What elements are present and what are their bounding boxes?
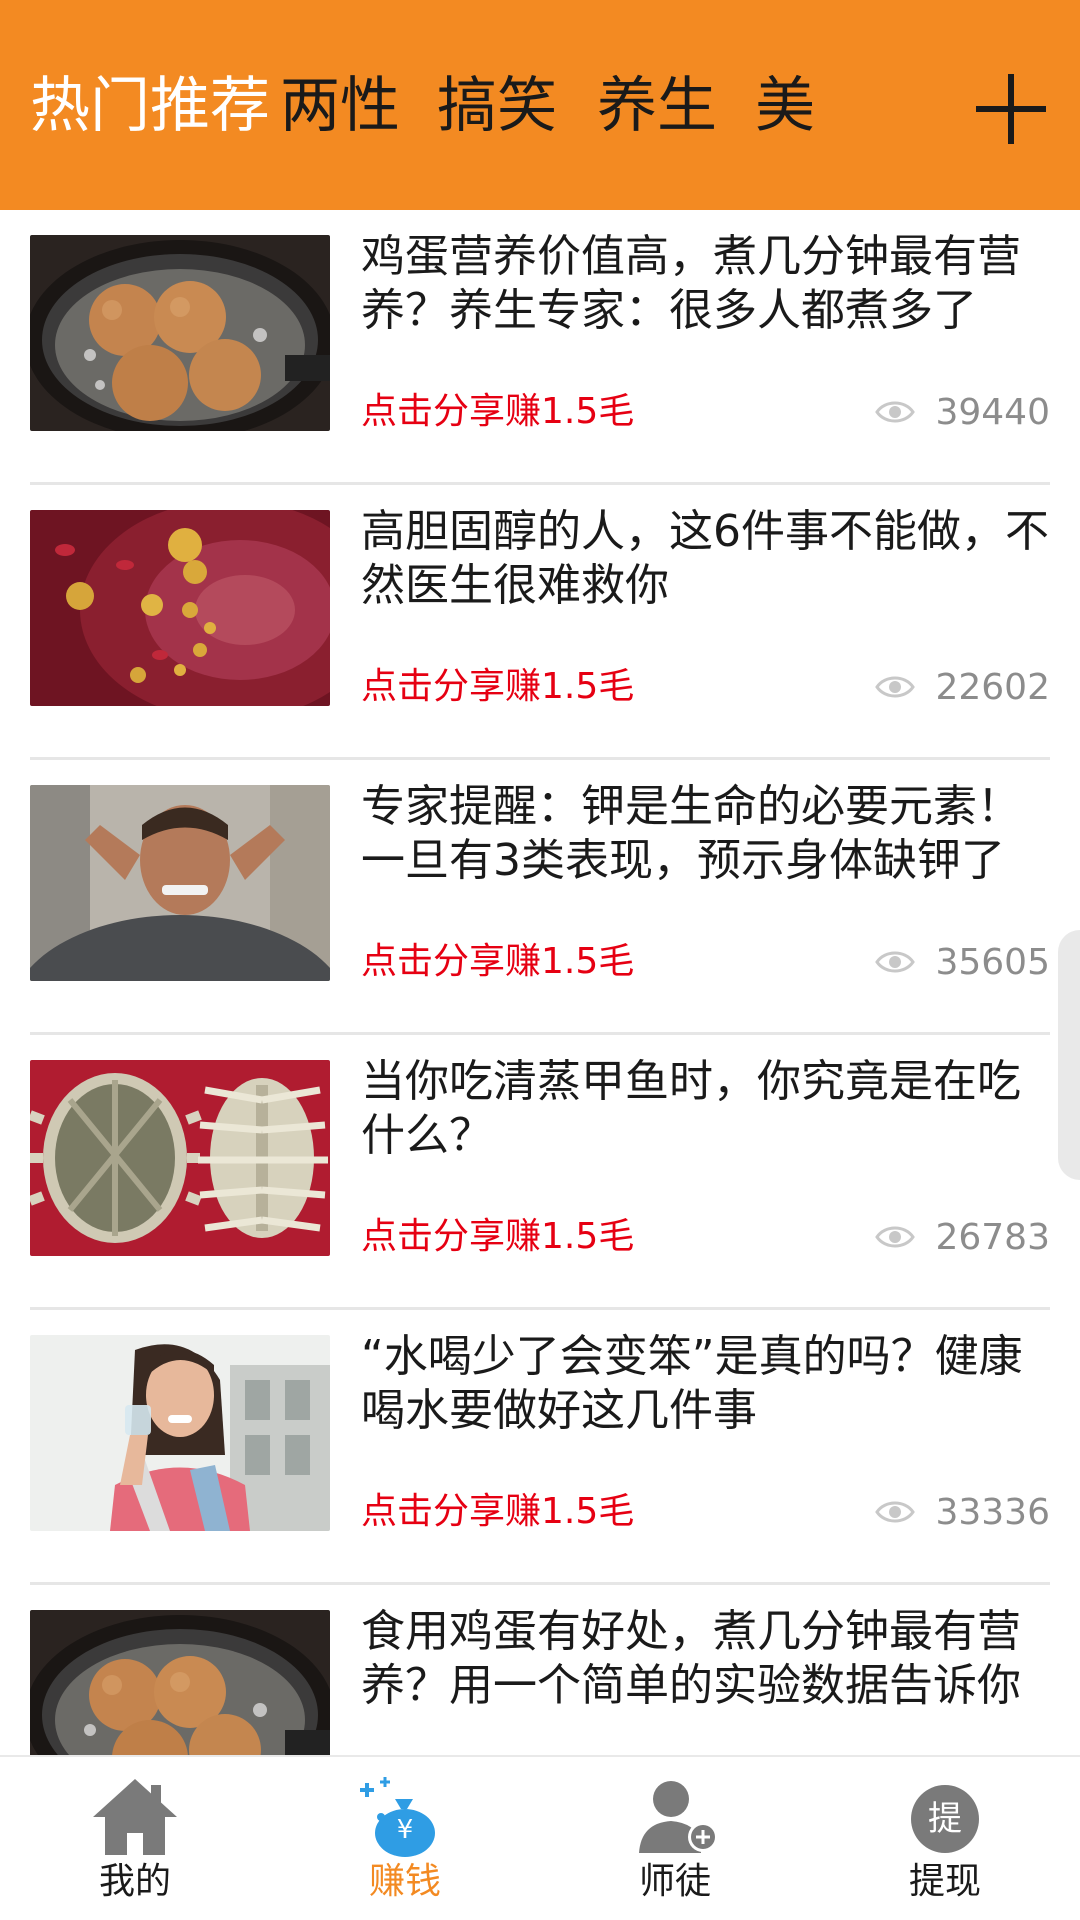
article-thumbnail	[30, 785, 330, 981]
article-thumbnail	[30, 510, 330, 706]
add-person-icon	[639, 1781, 718, 1853]
nav-item-withdraw[interactable]: 提 提现	[810, 1757, 1080, 1920]
nav-label: 赚钱	[368, 1861, 441, 1902]
tab-hot-recommend[interactable]: 热门推荐	[30, 70, 270, 142]
article-item[interactable]: 食用鸡蛋有好处，煮几分钟最有营养？用一个简单的实验数据告诉你	[30, 1585, 1050, 1755]
view-count-value: 22602	[935, 666, 1050, 708]
article-title: 鸡蛋营养价值高，煮几分钟最有营养？养生专家：很多人都煮多了	[361, 231, 1021, 336]
view-count: 35605	[875, 940, 1050, 984]
tab-health[interactable]: 养生	[597, 70, 717, 142]
article-thumbnail	[30, 1060, 330, 1256]
article-thumbnail	[30, 1335, 330, 1531]
tab-beauty[interactable]: 美	[755, 70, 815, 142]
eye-icon	[875, 951, 916, 973]
nav-item-mine[interactable]: 我的	[0, 1757, 270, 1920]
view-count: 39440	[875, 390, 1050, 434]
eye-icon	[875, 676, 916, 698]
yen-symbol: ¥	[396, 1815, 414, 1845]
nav-item-mentor[interactable]: 师徒	[540, 1757, 810, 1920]
article-title: 当你吃清蒸甲鱼时，你究竟是在吃什么？	[361, 1056, 1021, 1161]
turtle-shell-image	[30, 1060, 330, 1256]
article-title: 专家提醒：钾是生命的必要元素！一旦有3类表现，预示身体缺钾了	[361, 781, 1021, 886]
view-count-value: 33336	[935, 1491, 1050, 1533]
article-item[interactable]: 专家提醒：钾是生命的必要元素！一旦有3类表现，预示身体缺钾了 点击分享赚1.5毛…	[30, 760, 1050, 1035]
share-reward-link[interactable]: 点击分享赚1.5毛	[361, 940, 634, 984]
woman-drinking-water-image	[30, 1335, 330, 1531]
tab-relationships[interactable]: 两性	[280, 70, 400, 142]
nav-label: 提现	[908, 1861, 981, 1902]
article-list: 鸡蛋营养价值高，煮几分钟最有营养？养生专家：很多人都煮多了 点击分享赚1.5毛 …	[0, 210, 1080, 1755]
plus-icon	[976, 74, 1046, 144]
boiling-eggs-image	[30, 235, 330, 431]
article-item[interactable]: 鸡蛋营养价值高，煮几分钟最有营养？养生专家：很多人都煮多了 点击分享赚1.5毛 …	[30, 210, 1050, 485]
nav-item-earn[interactable]: ¥ 赚钱	[270, 1757, 540, 1920]
view-count-value: 35605	[935, 941, 1050, 983]
category-tabs: 热门推荐 两性 搞笑 养生 美	[0, 0, 960, 210]
bottom-navigation: 我的 ¥ 赚钱 师徒 提 提现	[0, 1755, 1080, 1920]
article-item[interactable]: 当你吃清蒸甲鱼时，你究竟是在吃什么？ 点击分享赚1.5毛 26783	[30, 1035, 1050, 1310]
view-count: 33336	[875, 1490, 1050, 1534]
article-thumbnail	[30, 1610, 330, 1755]
share-reward-link[interactable]: 点击分享赚1.5毛	[361, 665, 634, 709]
eye-icon	[875, 1501, 916, 1523]
man-headache-image	[30, 785, 330, 981]
article-thumbnail	[30, 235, 330, 431]
category-bar: 热门推荐 两性 搞笑 养生 美	[0, 0, 1080, 210]
article-item[interactable]: “水喝少了会变笨”是真的吗？健康喝水要做好这几件事 点击分享赚1.5毛 3333…	[30, 1310, 1050, 1585]
tabs-fade	[870, 0, 960, 210]
article-title: 食用鸡蛋有好处，煮几分钟最有营养？用一个简单的实验数据告诉你	[361, 1606, 1021, 1711]
nav-label: 师徒	[638, 1861, 711, 1902]
add-category-button[interactable]	[972, 70, 1050, 148]
home-icon	[93, 1779, 177, 1855]
view-count-value: 39440	[935, 391, 1050, 433]
withdraw-icon-text: 提	[928, 1799, 962, 1839]
blood-vessel-image	[30, 510, 330, 706]
share-reward-link[interactable]: 点击分享赚1.5毛	[361, 1490, 634, 1534]
share-reward-link[interactable]: 点击分享赚1.5毛	[361, 1215, 634, 1259]
floating-side-handle[interactable]	[1058, 930, 1080, 1180]
tab-funny[interactable]: 搞笑	[437, 70, 557, 142]
view-count: 26783	[875, 1215, 1050, 1259]
nav-label: 我的	[98, 1861, 171, 1902]
eye-icon	[875, 401, 916, 423]
article-title: 高胆固醇的人，这6件事不能做，不然医生很难救你	[361, 506, 1049, 611]
view-count-value: 26783	[935, 1216, 1050, 1258]
article-item[interactable]: 高胆固醇的人，这6件事不能做，不然医生很难救你 点击分享赚1.5毛 22602	[30, 485, 1050, 760]
boiling-eggs-image	[30, 1610, 330, 1755]
eye-icon	[875, 1226, 916, 1248]
share-reward-link[interactable]: 点击分享赚1.5毛	[361, 390, 634, 434]
view-count: 22602	[875, 665, 1050, 709]
article-title: “水喝少了会变笨”是真的吗？健康喝水要做好这几件事	[361, 1331, 1023, 1436]
